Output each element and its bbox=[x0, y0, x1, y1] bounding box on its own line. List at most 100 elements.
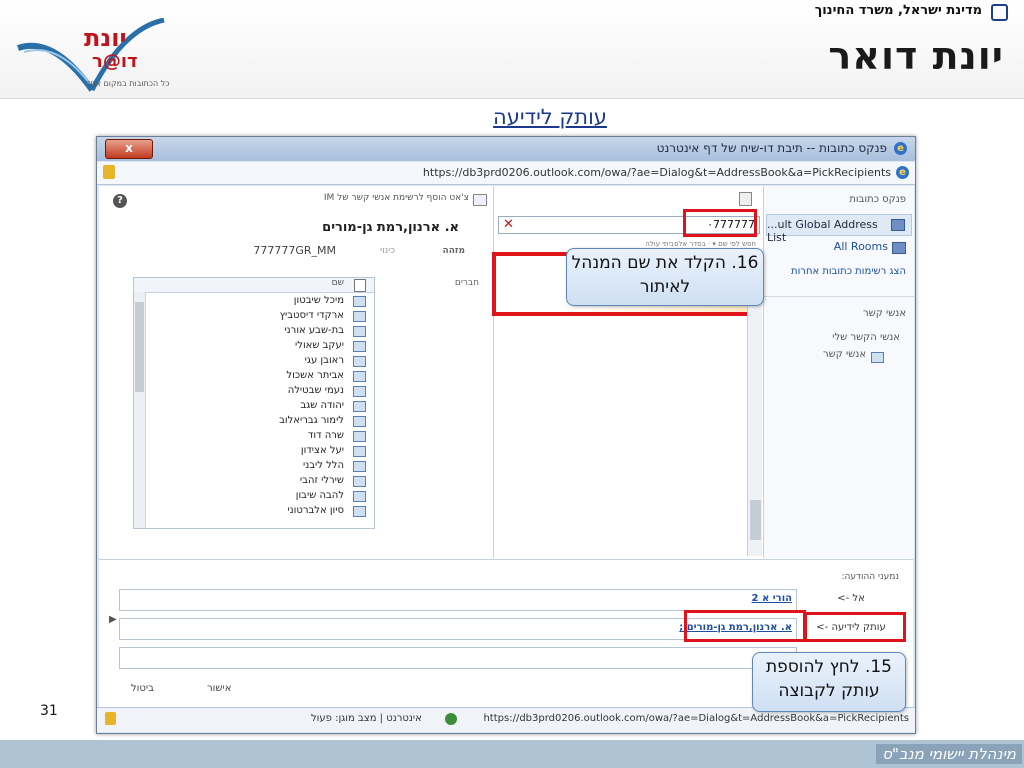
member-row[interactable]: שירלי זהבי bbox=[146, 474, 374, 489]
member-row[interactable]: מיכל שיבטון bbox=[146, 294, 374, 309]
member-name: סיון אלברטוני bbox=[287, 505, 344, 516]
members-scrollbar[interactable] bbox=[134, 292, 146, 528]
member-name: נעמי שבטילה bbox=[287, 385, 344, 396]
member-row[interactable]: יהודה שגב bbox=[146, 399, 374, 414]
window-titlebar: x פנקס כתובות -- תיבת דו-שיח של דף אינטר… bbox=[97, 137, 915, 161]
to-button[interactable]: אל -> bbox=[807, 590, 895, 608]
members-label: חברים bbox=[454, 278, 479, 288]
contact-card-icon bbox=[353, 401, 366, 412]
contact-card-icon bbox=[353, 476, 366, 487]
to-field[interactable]: הורי א 2 bbox=[119, 589, 797, 611]
nav-divider bbox=[764, 296, 914, 297]
cc-button-highlight bbox=[804, 612, 906, 642]
ie-page-icon: e bbox=[896, 166, 909, 179]
globe-icon bbox=[445, 713, 457, 725]
member-name: יעקב שאולי bbox=[295, 340, 344, 351]
page-number: 31 bbox=[40, 703, 58, 719]
contact-card-icon bbox=[353, 341, 366, 352]
results-scrollbar-thumb[interactable] bbox=[750, 500, 761, 540]
member-name: להבה שיבון bbox=[295, 490, 344, 501]
contact-card-icon bbox=[353, 461, 366, 472]
cc-value-highlight bbox=[684, 610, 806, 642]
view-icon[interactable] bbox=[739, 192, 752, 206]
sort-options[interactable]: חפש לפי שם ▾ · בסדר אלפביתי עולה bbox=[645, 240, 756, 248]
global-address-list-item[interactable]: ...ult Global Address List bbox=[766, 214, 912, 244]
contact-card-icon bbox=[353, 446, 366, 457]
contact-card-icon bbox=[353, 416, 366, 427]
to-recipient[interactable]: הורי א 2 bbox=[752, 593, 792, 604]
contact-card-icon bbox=[353, 326, 366, 337]
my-contacts-item[interactable]: אנשי הקשר שלי bbox=[832, 332, 900, 343]
address-book-icon bbox=[891, 219, 905, 231]
chat-icon bbox=[473, 194, 487, 206]
search-results-pane: ٠777777 ✕ חפש לפי שם ▾ · בסדר אלפביתי עו… bbox=[492, 186, 762, 558]
member-name: ראובן עגי bbox=[304, 355, 344, 366]
members-scrollbar-thumb[interactable] bbox=[135, 302, 144, 392]
member-row[interactable]: נעמי שבטילה bbox=[146, 384, 374, 399]
contacts-folder-icon bbox=[871, 352, 884, 363]
contact-details-pane: ? צ'אט הוסף לרשימת אנשי קשר של IM א. ארנ… bbox=[99, 186, 491, 558]
member-name: הלל ליבני bbox=[302, 460, 344, 471]
state-emblem-icon bbox=[991, 4, 1008, 21]
lock-icon bbox=[103, 165, 115, 179]
contact-card-icon bbox=[353, 311, 366, 322]
member-name: שירלי זהבי bbox=[299, 475, 344, 486]
alias-value: 777777GR_MM bbox=[253, 244, 336, 257]
all-rooms-item[interactable]: All Rooms bbox=[834, 240, 888, 253]
member-row[interactable]: לימור גבריאלוב bbox=[146, 414, 374, 429]
recipients-label: נמעני ההודעה: bbox=[841, 572, 900, 582]
cancel-button[interactable]: ביטול bbox=[131, 683, 154, 694]
member-name: יהודה שגב bbox=[300, 400, 344, 411]
ok-button[interactable]: אישור bbox=[207, 683, 231, 694]
member-row[interactable]: יעקב שאולי bbox=[146, 339, 374, 354]
address-bar: https://db3prd0206.outlook.com/owa/?ae=D… bbox=[97, 162, 915, 185]
contact-card-icon bbox=[353, 506, 366, 517]
member-row[interactable]: להבה שיבון bbox=[146, 489, 374, 504]
show-other-lists-link[interactable]: הצג רשימות כתובות אחרות bbox=[791, 266, 906, 277]
member-name: מיכל שיבטון bbox=[293, 295, 344, 306]
document-icon bbox=[354, 279, 366, 292]
address-book-title: פנקס כתובות bbox=[849, 194, 906, 205]
contact-card-icon bbox=[353, 431, 366, 442]
members-header[interactable]: שם bbox=[134, 278, 374, 293]
window-title: פנקס כתובות -- תיבת דו-שיח של דף אינטרנט bbox=[656, 141, 887, 155]
contact-card-icon bbox=[353, 296, 366, 307]
member-row[interactable]: שרה דוד bbox=[146, 429, 374, 444]
ministry-name: מדינת ישראל, משרד החינוך bbox=[814, 3, 982, 18]
member-row[interactable]: יעל אצידון bbox=[146, 444, 374, 459]
logo-line1: יונת bbox=[84, 24, 127, 52]
member-row[interactable]: הלל ליבני bbox=[146, 459, 374, 474]
member-row[interactable]: בת-שבע אורני bbox=[146, 324, 374, 339]
close-button[interactable]: x bbox=[105, 139, 153, 159]
contacts-header: אנשי קשר bbox=[862, 308, 906, 319]
member-row[interactable]: ראובן עגי bbox=[146, 354, 374, 369]
member-name: ארקדי דיסטביץ bbox=[279, 310, 344, 321]
step15-callout: 15. לחץ להוספת עותק לקבוצה bbox=[752, 652, 906, 712]
logo-line2: דו@ר bbox=[92, 51, 138, 72]
member-name: לימור גבריאלוב bbox=[279, 415, 344, 426]
logo-tagline: כל הכתובות במקום אחד bbox=[86, 79, 170, 88]
status-lock-icon bbox=[105, 712, 116, 725]
contacts-item[interactable]: אנשי קשר bbox=[823, 349, 866, 360]
address-book-window: x פנקס כתובות -- תיבת דו-שיח של דף אינטר… bbox=[96, 136, 916, 734]
alias-label: כינוי bbox=[380, 246, 395, 256]
member-name: יעל אצידון bbox=[300, 445, 344, 456]
contact-card-icon bbox=[353, 491, 366, 502]
slide-subtitle: עותק לידיעה bbox=[493, 105, 607, 129]
contact-card-icon bbox=[353, 386, 366, 397]
status-zone: אינטרנט | מצב מוגן: פעול bbox=[311, 713, 422, 724]
expand-arrow-icon[interactable]: ▶ bbox=[109, 614, 117, 625]
chat-add-im-link[interactable]: צ'אט הוסף לרשימת אנשי קשר של IM bbox=[324, 193, 469, 203]
member-row[interactable]: אביתר אשכול bbox=[146, 369, 374, 384]
help-icon[interactable]: ? bbox=[113, 194, 127, 208]
bcc-field[interactable] bbox=[119, 647, 797, 669]
url-text: https://db3prd0206.outlook.com/owa/?ae=D… bbox=[422, 166, 891, 179]
footer-text: מינהלת יישומי מנב"ס bbox=[876, 744, 1022, 764]
member-row[interactable]: ארקדי דיסטביץ bbox=[146, 309, 374, 324]
contact-card-icon bbox=[353, 356, 366, 367]
ie-icon: e bbox=[894, 142, 907, 155]
email-label: מזהה bbox=[442, 246, 465, 256]
member-row[interactable]: סיון אלברטוני bbox=[146, 504, 374, 519]
clear-search-icon[interactable]: ✕ bbox=[503, 217, 514, 232]
brand-title: יונת דואר bbox=[828, 34, 1004, 78]
